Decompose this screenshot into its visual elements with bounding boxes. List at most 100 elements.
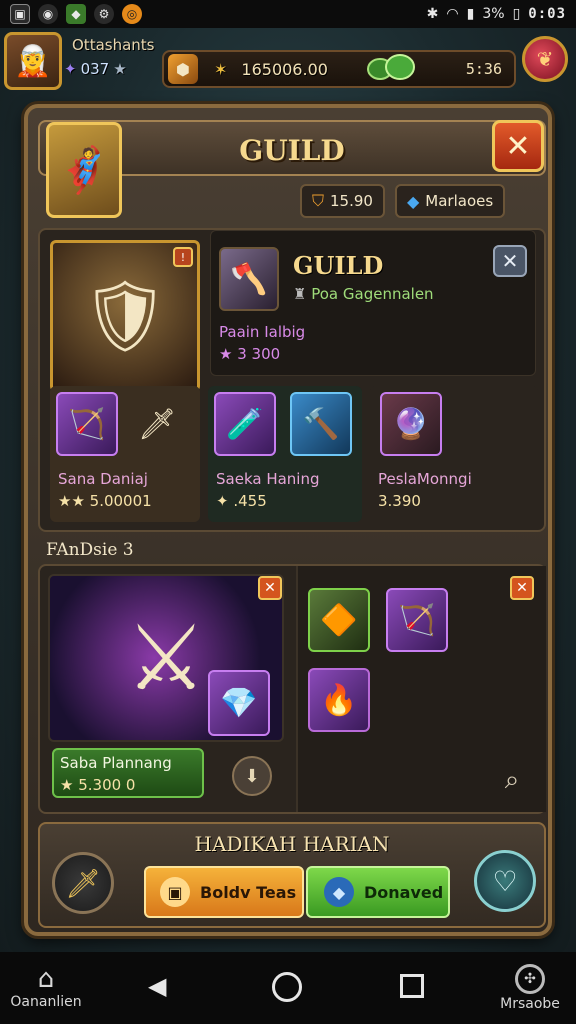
gold-icon: ✶: [214, 59, 228, 79]
featured-close-button[interactable]: ✕: [258, 576, 282, 600]
inventory-grid: ✕ 🔶 🏹 🔥 ⌕: [296, 566, 546, 812]
player-portrait-icon: 🧝: [14, 43, 52, 79]
guild-info-card: 🪓 GUILD ♜ Poa Gagennalen Paain Ialbig ★ …: [210, 230, 536, 376]
system-tray: ✱ ◠ ▮ 3% ▯ 0:03: [427, 6, 566, 22]
blade-icon: 💎: [220, 685, 258, 721]
clock: 0:03: [528, 6, 566, 22]
featured-hero-card[interactable]: 🛡 !: [50, 240, 200, 392]
castle-icon: ♜: [293, 285, 307, 303]
recents-button[interactable]: [400, 974, 424, 998]
item-slot[interactable]: 🧪: [214, 392, 276, 456]
item-group-2: 🧪 🔨 Saeka Haning ✦ .455: [208, 386, 362, 522]
amber-resource-icon[interactable]: ⬢: [168, 54, 198, 84]
notification-icons: ▣ ◉ ◆ ⚙ ◎: [10, 4, 142, 24]
right-nav[interactable]: ✣ Mrsaobe: [488, 964, 572, 1012]
group-name: Sana Daniaj: [58, 470, 148, 488]
close-icon: ✕: [501, 249, 519, 273]
item-group-1: 🏹 🗡 Sana Daniaj ★★ 5.00001: [50, 386, 200, 522]
section-label: FAnDsie 3: [46, 540, 134, 560]
chip-gem[interactable]: ◆ Marlaoes: [394, 184, 506, 218]
inventory-close-button[interactable]: ✕: [510, 576, 534, 600]
inventory-slot[interactable]: 🔶: [308, 588, 370, 652]
player-name: Ottashants: [72, 36, 155, 54]
chip-shield-label: 15.90: [330, 192, 373, 210]
gallery-icon: ▣: [10, 4, 30, 24]
battery-level: 3%: [482, 6, 505, 22]
daily-title: HADIKAH HARIAN: [194, 832, 390, 856]
group-name: PeslaMonngi: [378, 470, 472, 488]
orange-action-button[interactable]: ▣ Boldv Teas: [144, 866, 304, 918]
green-action-button[interactable]: ◆ Donaved: [306, 866, 450, 918]
search-icon[interactable]: ⌕: [494, 762, 530, 798]
gem-icon: ◆: [406, 191, 420, 211]
shield-icon: ⛉: [312, 191, 325, 210]
group-price: ✦ .455: [216, 492, 267, 510]
close-icon: ✕: [516, 580, 528, 596]
close-icon: ✕: [264, 580, 276, 596]
ticket-icon: ▣: [160, 877, 190, 907]
resource-bar: ⬢ ✶ 165006.00 5:36: [162, 50, 516, 88]
guild-item-name: Paain Ialbig: [219, 323, 306, 341]
settings-icon: ⚙: [94, 4, 114, 24]
inventory-slot[interactable]: 🏹: [386, 588, 448, 652]
leaf-resource-icon[interactable]: [364, 53, 418, 85]
sword-button[interactable]: 🗡: [52, 852, 114, 914]
guild-card-title: GUILD: [293, 251, 384, 280]
featured-name: Saba Plannang: [60, 754, 172, 772]
right-nav-label: Mrsaobe: [500, 996, 560, 1012]
confirm-button[interactable]: ♡: [474, 850, 536, 912]
item-slot[interactable]: 🗡: [126, 392, 188, 456]
gem-shop-button[interactable]: ❦: [522, 36, 568, 82]
player-level-value: 037: [80, 60, 110, 78]
home-button[interactable]: [272, 972, 302, 1002]
staff-icon: 🔮: [392, 406, 430, 442]
home-icon: ⌂: [37, 964, 55, 994]
gem-icon: ❦: [536, 47, 554, 71]
signal-icon: ▮: [466, 6, 475, 22]
player-avatar[interactable]: 🧝: [4, 32, 62, 90]
bow-icon: 🏹: [398, 602, 436, 638]
back-icon: ◀: [148, 972, 167, 1000]
sword-icon: 🗡: [65, 866, 101, 900]
guild-card-subtitle-text: Poa Gagennalen: [311, 285, 434, 303]
item-slot[interactable]: 🔮: [380, 392, 442, 456]
app-icon: ◆: [66, 4, 86, 24]
featured-item-slot[interactable]: 💎: [208, 670, 270, 736]
guild-panel: GUILD 🦸 ✕ ⛉ 15.90 ◆ Marlaoes 🛡 ! 🪓 GUILD…: [24, 104, 552, 936]
chip-gem-label: Marlaoes: [425, 192, 494, 210]
gold-gem-icon: 🔶: [320, 602, 358, 638]
armored-hero-icon: 🛡: [80, 274, 170, 357]
expand-button[interactable]: ⬇: [232, 756, 272, 796]
item-slot[interactable]: 🏹: [56, 392, 118, 456]
orange-button-label: Boldv Teas: [200, 882, 297, 902]
rarity-badge: !: [173, 247, 193, 267]
fire-crystal-icon: 🔥: [320, 682, 358, 718]
home-nav[interactable]: ⌂ Oananlien: [6, 964, 86, 1010]
guild-card-subtitle: ♜ Poa Gagennalen: [293, 285, 434, 303]
battery-icon: ▯: [512, 6, 521, 22]
guild-leader-portrait[interactable]: 🦸: [46, 122, 122, 218]
guild-item-price: ★ 3 300: [219, 345, 281, 363]
header-chips: ⛉ 15.90 ◆ Marlaoes: [300, 184, 506, 218]
featured-section: ⚔ ✕ 💎 Saba Plannang ★ 5.300 0 ⬇ ✕ 🔶 🏹 🔥 …: [38, 564, 546, 814]
heart-check-icon: ♡: [492, 864, 518, 898]
chevron-down-icon: ⬇: [244, 765, 260, 787]
item-slot[interactable]: 🔨: [290, 392, 352, 456]
chip-shield[interactable]: ⛉ 15.90: [300, 184, 385, 218]
guild-items-section: 🛡 ! 🪓 GUILD ♜ Poa Gagennalen Paain Ialbi…: [38, 228, 546, 532]
back-button[interactable]: ◀: [148, 972, 174, 1000]
crossbow-icon: 🏹: [68, 406, 106, 442]
home-label: Oananlien: [10, 994, 82, 1010]
guild-card-close-button[interactable]: ✕: [493, 245, 527, 277]
inventory-slot[interactable]: 🔥: [308, 668, 370, 732]
daily-section: HADIKAH HARIAN 🗡 ▣ Boldv Teas ◆ Donaved …: [38, 822, 546, 928]
group-price: ★★ 5.00001: [58, 492, 152, 510]
chat-icon: ◉: [38, 4, 58, 24]
bluetooth-icon: ✱: [426, 6, 439, 22]
close-button[interactable]: ✕: [492, 120, 544, 172]
featured-name-box: Saba Plannang ★ 5.300 0: [52, 748, 204, 798]
potion-icon: 🧪: [226, 406, 264, 442]
wifi-icon: ◠: [446, 6, 459, 22]
guild-item-icon[interactable]: 🪓: [219, 247, 279, 311]
gold-value: 165006.00: [241, 59, 328, 79]
